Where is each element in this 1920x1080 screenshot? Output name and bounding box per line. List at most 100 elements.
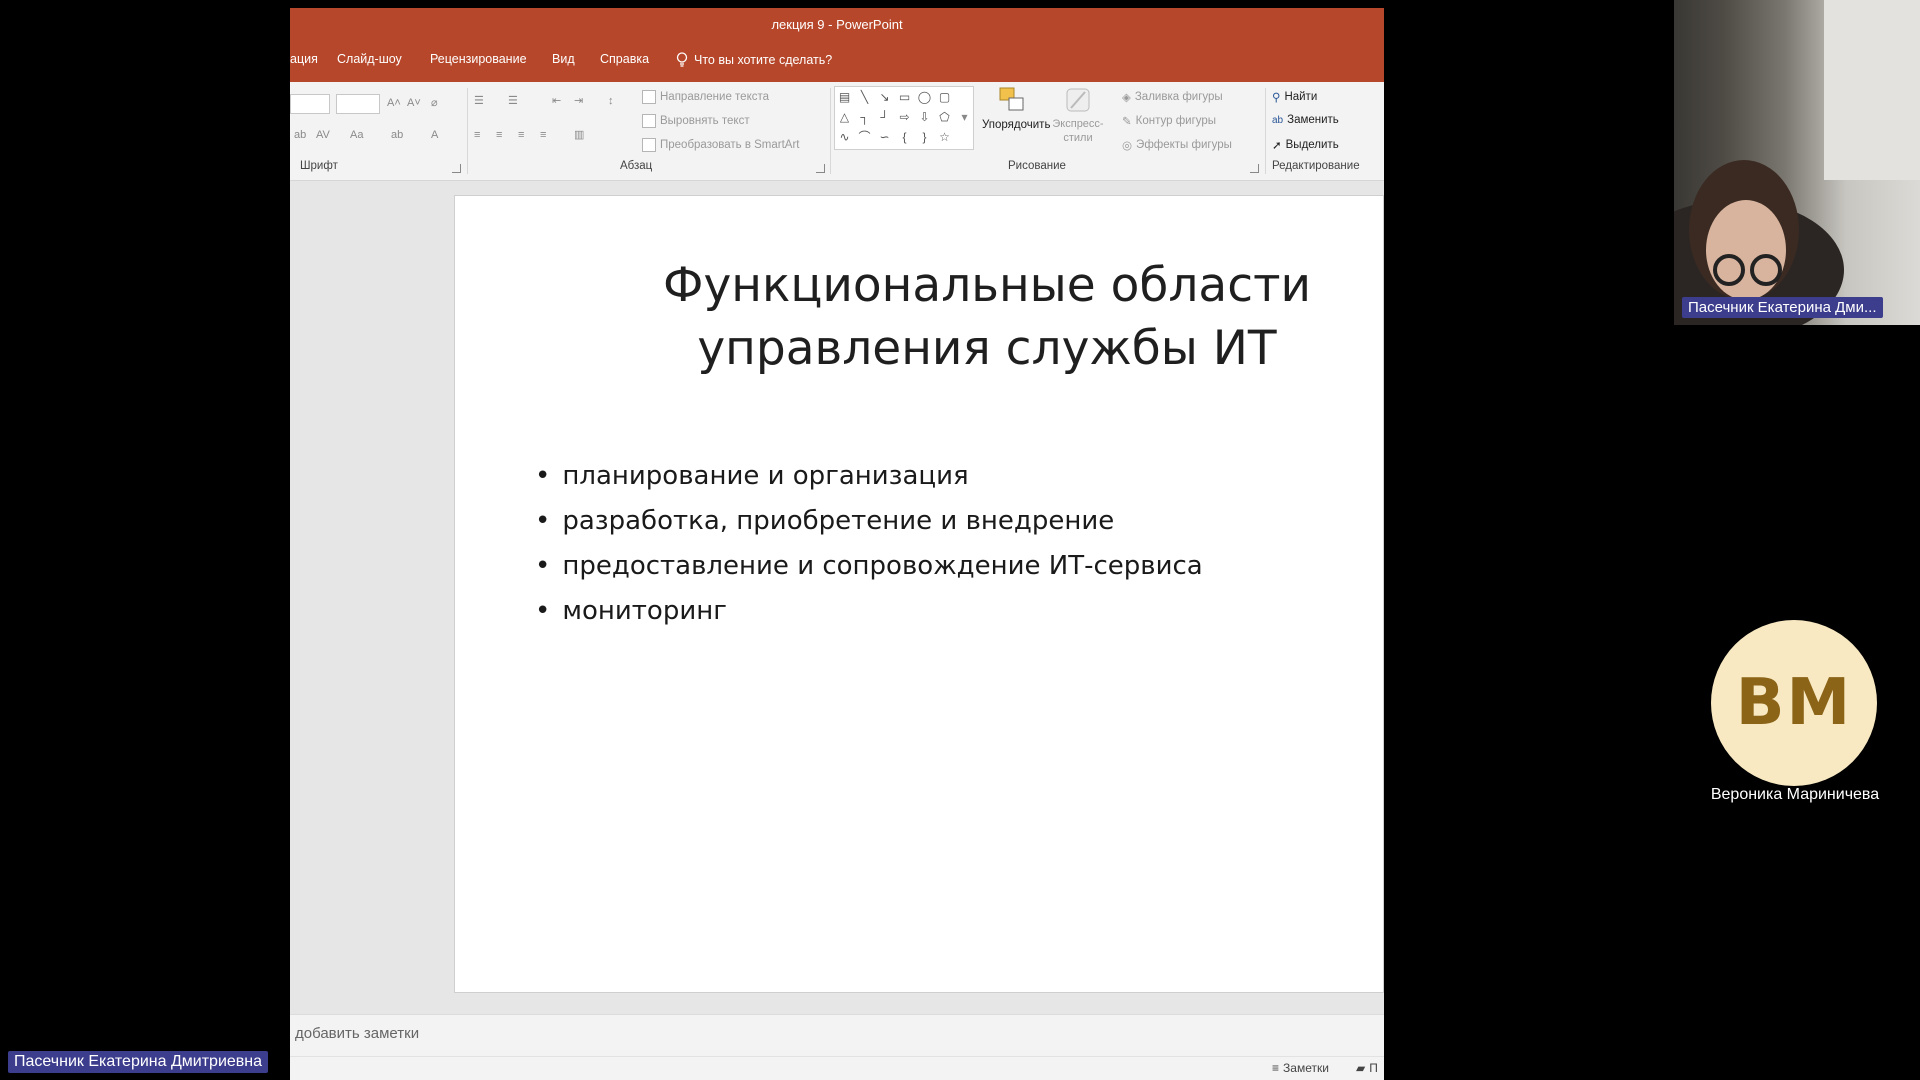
notes-toggle-button[interactable]: ≡ Заметки bbox=[1272, 1061, 1329, 1075]
elbow-connector-shape-icon[interactable]: ┘ bbox=[877, 111, 892, 124]
powerpoint-window: лекция 9 - PowerPoint ация Слайд-шоу Рец… bbox=[290, 8, 1384, 1080]
oval-shape-icon[interactable]: ◯ bbox=[917, 91, 932, 104]
connector-shape-icon[interactable]: ┐ bbox=[857, 111, 872, 124]
right-brace-shape-icon[interactable]: } bbox=[917, 131, 932, 144]
shapes-gallery[interactable]: ▤ ╲ ↘ ▭ ◯ ▢ △ ┐ ┘ ⇨ ⇩ ⬠ ∿ ⌒ ∽ { } ☆ ▾ bbox=[834, 86, 974, 150]
font-dialog-launcher[interactable] bbox=[452, 164, 461, 173]
arrow-line-shape-icon[interactable]: ↘ bbox=[877, 91, 892, 104]
shape-fill-button[interactable]: ◈ Заливка фигуры bbox=[1122, 90, 1223, 104]
avatar-initials: ВМ bbox=[1735, 666, 1853, 740]
line-spacing-icon[interactable]: ↕ bbox=[608, 96, 622, 107]
paragraph-dialog-launcher[interactable] bbox=[816, 164, 825, 173]
rectangle-shape-icon[interactable]: ▭ bbox=[897, 91, 912, 104]
effects-icon: ◎ bbox=[1122, 140, 1133, 152]
notes-toggle-label: Заметки bbox=[1283, 1061, 1329, 1075]
tell-me-search[interactable]: Что вы хотите сделать? bbox=[676, 52, 832, 67]
align-right-icon[interactable]: ≡ bbox=[518, 130, 532, 141]
clear-formatting-icon[interactable]: ⌀ bbox=[431, 98, 445, 109]
title-bar: лекция 9 - PowerPoint bbox=[290, 8, 1384, 40]
font-name-dropdown[interactable] bbox=[290, 94, 330, 114]
text-direction-label: Направление текста bbox=[660, 91, 770, 103]
shape-outline-button[interactable]: ✎ Контур фигуры bbox=[1122, 114, 1216, 128]
decrease-indent-icon[interactable]: ⇤ bbox=[552, 96, 566, 107]
presenter-name-tag: Пасечник Екатерина Дмитриевна bbox=[8, 1051, 269, 1073]
char-spacing-icon[interactable]: AV bbox=[316, 130, 330, 141]
slide-title-line-2: управления службы ИТ bbox=[697, 321, 1277, 376]
avatar[interactable]: ВМ bbox=[1711, 620, 1877, 786]
group-divider bbox=[1265, 88, 1266, 174]
select-label: Выделить bbox=[1285, 139, 1339, 151]
arrange-icon bbox=[999, 87, 1024, 111]
ribbon: A˄ A˅ ⌀ ab AV Aa ab A Шрифт ☰ ☰ ⇤ ⇥ ↕ ≡ … bbox=[290, 82, 1384, 181]
quick-styles-button[interactable]: Экспресс-стили bbox=[1050, 86, 1106, 156]
comment-icon: ▰ bbox=[1356, 1061, 1366, 1075]
quick-styles-icon bbox=[1066, 88, 1090, 112]
bullet-item: разработка, приобретение и внедрение bbox=[535, 499, 1203, 544]
pentagon-shape-icon[interactable]: ⬠ bbox=[937, 111, 952, 124]
participant-video-icon bbox=[1674, 0, 1920, 325]
slide-bullet-list[interactable]: планирование и организация разработка, п… bbox=[535, 454, 1203, 634]
text-direction-icon bbox=[642, 90, 656, 104]
find-button[interactable]: ⚲ Найти bbox=[1272, 90, 1317, 104]
arrange-button[interactable]: Упорядочить bbox=[982, 86, 1050, 156]
tab-slideshow[interactable]: Слайд-шоу bbox=[337, 52, 402, 66]
bullet-item: мониторинг bbox=[535, 589, 1203, 634]
tab-view[interactable]: Вид bbox=[552, 52, 575, 66]
slide-title[interactable]: Функциональные области управления службы… bbox=[455, 254, 1384, 380]
freeform-shape-icon[interactable]: ∿ bbox=[837, 131, 852, 144]
replace-icon: ab bbox=[1272, 114, 1284, 126]
bullets-icon[interactable]: ☰ bbox=[474, 96, 488, 107]
star-shape-icon[interactable]: ☆ bbox=[937, 131, 952, 144]
numbering-icon[interactable]: ☰ bbox=[508, 96, 522, 107]
right-arrow-shape-icon[interactable]: ⇨ bbox=[897, 111, 912, 124]
tab-help[interactable]: Справка bbox=[600, 52, 649, 66]
arc-shape-icon[interactable]: ∽ bbox=[877, 131, 892, 144]
status-bar: ≡ Заметки ▰ П bbox=[290, 1056, 1384, 1080]
group-divider bbox=[467, 88, 468, 174]
grow-font-icon[interactable]: A˄ bbox=[387, 98, 401, 109]
line-shape-icon[interactable]: ╲ bbox=[857, 91, 872, 104]
shape-effects-button[interactable]: ◎ Эффекты фигуры bbox=[1122, 138, 1232, 152]
curve-shape-icon[interactable]: ⌒ bbox=[857, 131, 872, 144]
bullet-item: предоставление и сопровождение ИТ-сервис… bbox=[535, 544, 1202, 589]
shrink-font-icon[interactable]: A˅ bbox=[407, 98, 421, 109]
gallery-more-icon[interactable]: ▾ bbox=[957, 111, 972, 124]
font-size-dropdown[interactable] bbox=[336, 94, 380, 114]
font-color-icon[interactable]: A bbox=[431, 130, 445, 141]
strikethrough-icon[interactable]: ab bbox=[294, 130, 308, 141]
triangle-shape-icon[interactable]: △ bbox=[837, 111, 852, 124]
group-divider bbox=[830, 88, 831, 174]
window-title: лекция 9 - PowerPoint bbox=[771, 16, 903, 32]
search-icon: ⚲ bbox=[1272, 92, 1281, 104]
align-text-button[interactable]: Выровнять текст bbox=[642, 114, 750, 128]
tab-review[interactable]: Рецензирование bbox=[430, 52, 527, 66]
left-brace-shape-icon[interactable]: { bbox=[897, 131, 912, 144]
columns-icon[interactable]: ▥ bbox=[574, 130, 588, 141]
convert-smartart-label: Преобразовать в SmartArt bbox=[660, 139, 800, 151]
shape-effects-label: Эффекты фигуры bbox=[1136, 139, 1232, 151]
align-center-icon[interactable]: ≡ bbox=[496, 130, 510, 141]
comments-toggle-button[interactable]: ▰ П bbox=[1356, 1061, 1378, 1075]
slide-canvas[interactable]: Функциональные области управления службы… bbox=[454, 195, 1384, 993]
participant-video-tile[interactable]: Пасечник Екатерина Дми... bbox=[1674, 0, 1920, 325]
align-left-icon[interactable]: ≡ bbox=[474, 130, 488, 141]
textbox-shape-icon[interactable]: ▤ bbox=[837, 91, 852, 104]
smartart-icon bbox=[642, 138, 656, 152]
replace-button[interactable]: ab Заменить bbox=[1272, 114, 1339, 126]
increase-indent-icon[interactable]: ⇥ bbox=[574, 96, 588, 107]
notes-pane[interactable]: добавить заметки bbox=[290, 1014, 1384, 1057]
highlight-icon[interactable]: ab bbox=[391, 130, 405, 141]
align-text-label: Выровнять текст bbox=[660, 115, 750, 127]
convert-smartart-button[interactable]: Преобразовать в SmartArt bbox=[642, 138, 800, 152]
rounded-rect-shape-icon[interactable]: ▢ bbox=[937, 91, 952, 104]
shape-fill-label: Заливка фигуры bbox=[1134, 91, 1223, 103]
text-direction-button[interactable]: Направление текста bbox=[642, 90, 769, 104]
drawing-dialog-launcher[interactable] bbox=[1250, 164, 1259, 173]
tab-animation[interactable]: ация bbox=[290, 52, 318, 66]
select-button[interactable]: ➚ Выделить bbox=[1272, 138, 1339, 152]
justify-icon[interactable]: ≡ bbox=[540, 130, 554, 141]
align-text-icon bbox=[642, 114, 656, 128]
change-case-icon[interactable]: Aa bbox=[350, 130, 364, 141]
slide-editor: Функциональные области управления службы… bbox=[290, 181, 1384, 1014]
down-arrow-shape-icon[interactable]: ⇩ bbox=[917, 111, 932, 124]
